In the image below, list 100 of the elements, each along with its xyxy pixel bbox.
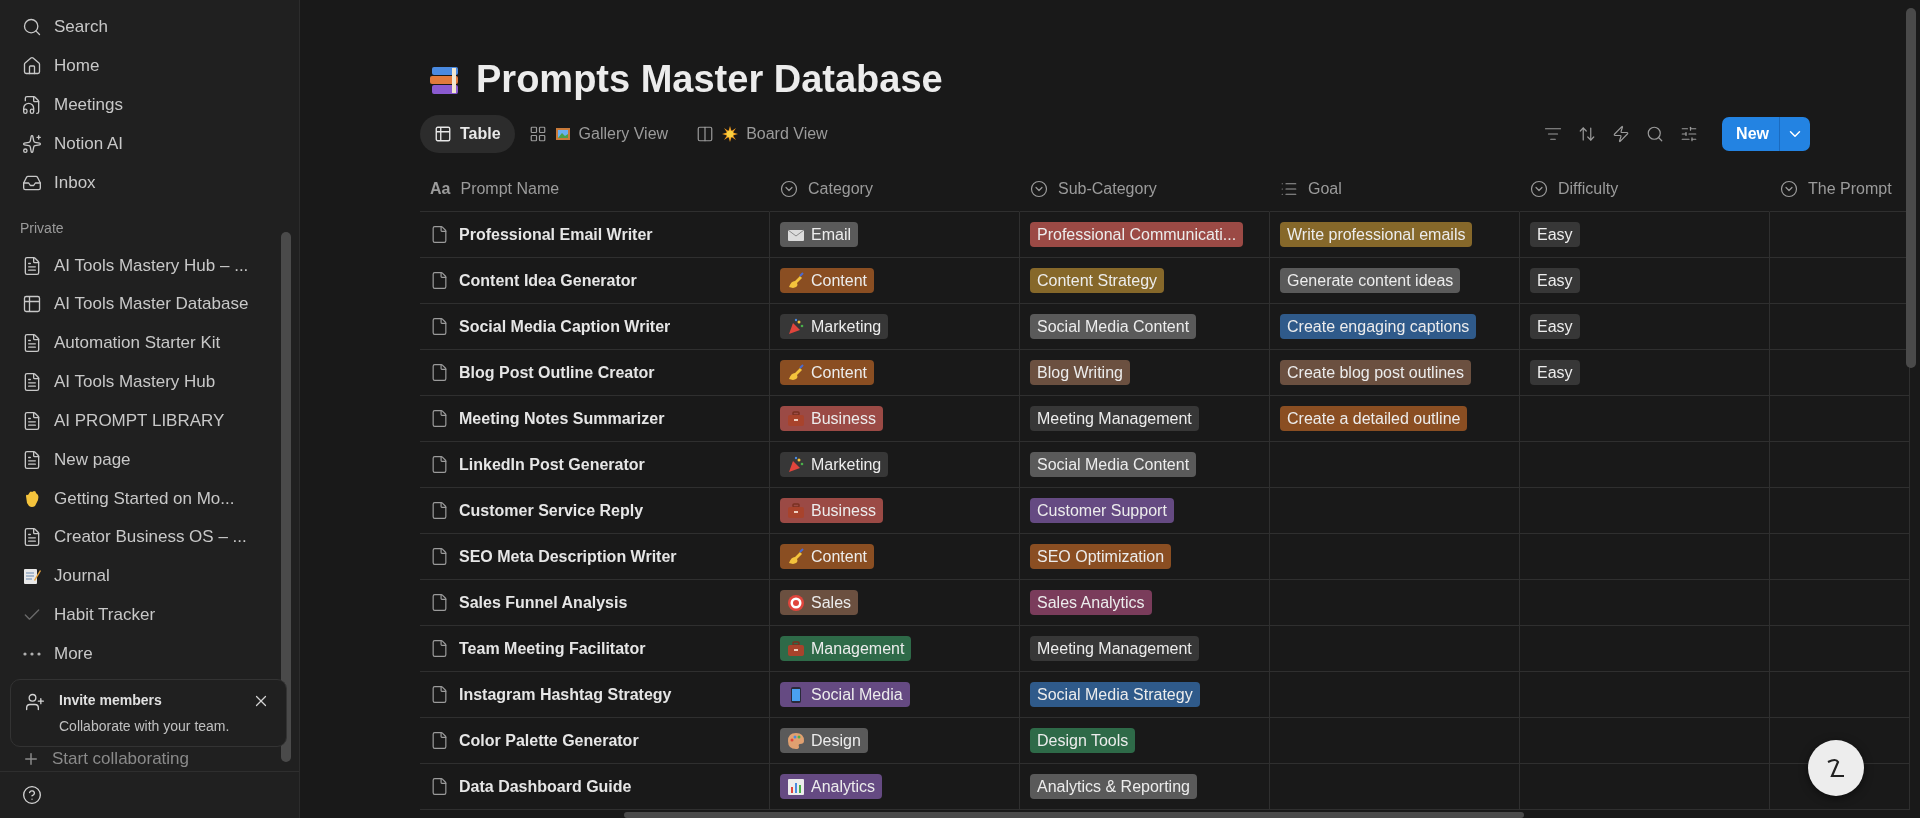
sidebar-item[interactable]: AI PROMPT LIBRARY bbox=[0, 401, 299, 441]
prompt-name[interactable]: Instagram Hashtag Strategy bbox=[459, 685, 672, 704]
tag: Meeting Management bbox=[1030, 406, 1199, 431]
tag: Blog Writing bbox=[1030, 360, 1130, 385]
title-text: Prompts Master Database bbox=[476, 58, 943, 101]
sidebar-item[interactable]: Getting Started on Mo... bbox=[0, 479, 299, 518]
tag: SEO Optimization bbox=[1030, 544, 1172, 569]
sidebar-item[interactable]: Search bbox=[0, 8, 299, 47]
tag: Social Media Content bbox=[1030, 314, 1197, 339]
prompt-name[interactable]: Data Dashboard Guide bbox=[459, 777, 632, 796]
tag-label: Content bbox=[811, 271, 868, 290]
prompt-name[interactable]: Color Palette Generator bbox=[459, 731, 639, 750]
lightning-icon[interactable] bbox=[1612, 125, 1631, 143]
page-icon bbox=[22, 527, 42, 548]
prompt-name[interactable]: Content Idea Generator bbox=[459, 271, 637, 290]
page-icon bbox=[430, 409, 449, 428]
sun-icon bbox=[722, 126, 739, 142]
prompt-name[interactable]: Social Media Caption Writer bbox=[459, 317, 671, 336]
tag-label: Content bbox=[811, 363, 868, 382]
more-icon bbox=[22, 651, 42, 656]
invite-title: Invite members bbox=[59, 692, 163, 711]
tag: Write professional emails bbox=[1280, 222, 1473, 247]
page-icon bbox=[430, 455, 449, 474]
tag: Easy bbox=[1530, 268, 1580, 293]
tag-label: Design bbox=[811, 731, 861, 750]
column-header[interactable]: Difficulty bbox=[1520, 167, 1770, 212]
prompt-name[interactable]: SEO Meta Description Writer bbox=[459, 547, 677, 566]
view-tab[interactable]: Table bbox=[420, 115, 515, 153]
prompt-name[interactable]: Blog Post Outline Creator bbox=[459, 363, 655, 382]
tag-label: Marketing bbox=[811, 455, 882, 474]
page-icon bbox=[22, 255, 42, 276]
framed-picture-icon bbox=[554, 126, 571, 142]
bar-chart-icon bbox=[787, 777, 805, 796]
sidebar-item[interactable]: New page bbox=[0, 440, 299, 480]
sort-icon[interactable] bbox=[1578, 125, 1597, 143]
columns-icon bbox=[696, 125, 715, 143]
prompt-name[interactable]: LinkedIn Post Generator bbox=[459, 455, 645, 474]
prompt-name[interactable]: Sales Funnel Analysis bbox=[459, 593, 628, 612]
invite-text: Collaborate with your team. bbox=[59, 718, 231, 735]
tag: Generate content ideas bbox=[1280, 268, 1461, 293]
tag: Social Media Content bbox=[1030, 452, 1197, 477]
prompt-name[interactable]: Professional Email Writer bbox=[459, 225, 653, 244]
prompt-name[interactable]: Meeting Notes Summarizer bbox=[459, 409, 665, 428]
settings-icon[interactable] bbox=[1680, 125, 1699, 143]
page-icon bbox=[430, 501, 449, 520]
briefcase-icon bbox=[787, 501, 805, 520]
sidebar-item[interactable]: Inbox bbox=[0, 163, 299, 203]
list-icon bbox=[1280, 180, 1298, 198]
grid-icon bbox=[528, 125, 547, 143]
tag: Customer Support bbox=[1030, 498, 1174, 523]
sidebar-item[interactable]: AI Tools Mastery Hub – ... bbox=[0, 246, 299, 285]
sidebar-item[interactable]: AI Tools Mastery Hub bbox=[0, 362, 299, 402]
tag: Professional Communicati... bbox=[1030, 222, 1244, 247]
assistant-button[interactable] bbox=[1808, 740, 1864, 796]
tag-label: Email bbox=[811, 225, 851, 244]
tag-label: Social Media bbox=[811, 685, 903, 704]
sidebar-item[interactable]: Creator Business OS – ... bbox=[0, 517, 299, 557]
sidebar-item[interactable]: Notion AI bbox=[0, 124, 299, 164]
tag-label: Analytics bbox=[811, 777, 876, 796]
sidebar-item[interactable]: Journal bbox=[0, 556, 299, 596]
prompt-name[interactable]: Team Meeting Facilitator bbox=[459, 639, 646, 658]
tag: Create a detailed outline bbox=[1280, 406, 1468, 431]
filter-icon[interactable] bbox=[1544, 125, 1563, 143]
briefcase-icon bbox=[787, 409, 805, 428]
sidebar-item[interactable]: Home bbox=[0, 46, 299, 86]
target-icon bbox=[787, 593, 805, 612]
home-icon bbox=[22, 56, 42, 77]
sparkle-icon bbox=[22, 133, 42, 154]
tag: Social Media Strategy bbox=[1030, 682, 1200, 707]
new-button-main[interactable]: New bbox=[1722, 117, 1779, 151]
sidebar-item[interactable]: Habit Tracker bbox=[0, 595, 299, 635]
start-collaborating-item[interactable]: Start collaborating bbox=[0, 747, 299, 772]
tag: Design Tools bbox=[1030, 728, 1136, 753]
scrollbar[interactable] bbox=[281, 232, 291, 762]
column-header[interactable]: Aa Prompt Name bbox=[420, 167, 770, 212]
tag-label: Business bbox=[811, 409, 876, 428]
column-header[interactable]: Sub-Category bbox=[1020, 167, 1270, 212]
view-tab[interactable]: Gallery View bbox=[514, 115, 683, 153]
page-icon bbox=[430, 271, 449, 290]
tag: Easy bbox=[1530, 222, 1580, 247]
sidebar-item[interactable]: Meetings bbox=[0, 85, 299, 125]
tag: Create engaging captions bbox=[1280, 314, 1477, 339]
page-icon bbox=[22, 372, 42, 393]
page-icon bbox=[430, 593, 449, 612]
column-header[interactable]: Goal bbox=[1270, 167, 1520, 212]
prompt-name[interactable]: Customer Service Reply bbox=[459, 501, 644, 520]
select-icon bbox=[1530, 180, 1548, 198]
help-icon[interactable] bbox=[22, 785, 42, 806]
sidebar-item[interactable]: Automation Starter Kit bbox=[0, 323, 299, 363]
party-popper-icon bbox=[787, 455, 805, 474]
view-tab[interactable]: Board View bbox=[682, 115, 842, 153]
sidebar-item[interactable]: AI Tools Master Database bbox=[0, 284, 299, 324]
column-header[interactable]: Category bbox=[770, 167, 1020, 212]
search-icon[interactable] bbox=[1646, 125, 1665, 143]
horizontal-scrollbar[interactable] bbox=[624, 812, 1524, 818]
scrollbar[interactable] bbox=[1906, 8, 1916, 368]
page-icon bbox=[430, 225, 449, 244]
party-popper-icon bbox=[787, 317, 805, 336]
sidebar-item[interactable]: More bbox=[0, 634, 299, 674]
section-title: Private bbox=[19, 220, 65, 237]
